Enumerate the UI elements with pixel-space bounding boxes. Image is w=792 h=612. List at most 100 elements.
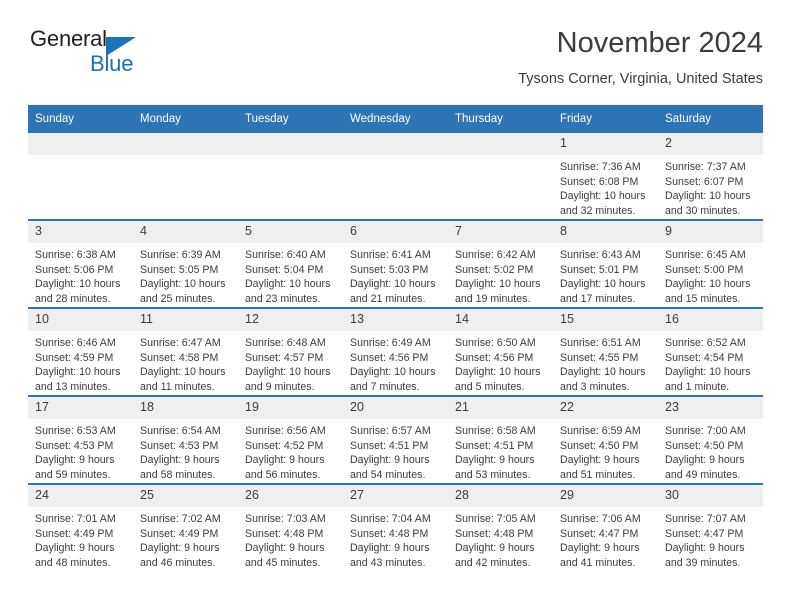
- calendar-day-cell[interactable]: 7 Sunrise: 6:42 AM Sunset: 5:02 PM Dayli…: [448, 219, 553, 308]
- daylight-text: Daylight: 9 hours and 41 minutes.: [560, 542, 640, 569]
- day-info: Sunrise: 7:00 AM Sunset: 4:50 PM Dayligh…: [658, 419, 763, 482]
- sunset-text: Sunset: 4:48 PM: [350, 527, 429, 540]
- day-number: 22: [553, 397, 658, 419]
- sunrise-text: Sunrise: 7:01 AM: [35, 513, 116, 525]
- sunrise-text: Sunrise: 7:06 AM: [560, 513, 641, 525]
- calendar-day-cell[interactable]: [343, 133, 448, 220]
- calendar-day-cell[interactable]: 13 Sunrise: 6:49 AM Sunset: 4:56 PM Dayl…: [343, 307, 448, 396]
- day-info: Sunrise: 6:47 AM Sunset: 4:58 PM Dayligh…: [133, 331, 238, 394]
- calendar-day-cell[interactable]: 11 Sunrise: 6:47 AM Sunset: 4:58 PM Dayl…: [133, 307, 238, 396]
- sunset-text: Sunset: 4:51 PM: [455, 439, 534, 452]
- weekday-header-thursday: Thursday: [448, 105, 553, 133]
- sunset-text: Sunset: 5:00 PM: [665, 263, 744, 276]
- calendar-day-cell[interactable]: 2 Sunrise: 7:37 AM Sunset: 6:07 PM Dayli…: [658, 133, 763, 220]
- calendar-day-cell[interactable]: 21 Sunrise: 6:58 AM Sunset: 4:51 PM Dayl…: [448, 395, 553, 484]
- day-info: Sunrise: 6:43 AM Sunset: 5:01 PM Dayligh…: [553, 243, 658, 306]
- calendar-day-cell[interactable]: 28 Sunrise: 7:05 AM Sunset: 4:48 PM Dayl…: [448, 483, 553, 571]
- day-number: 4: [133, 221, 238, 243]
- brand-name-blue: Blue: [90, 51, 134, 76]
- calendar-day-cell[interactable]: [238, 133, 343, 220]
- day-number: 23: [658, 397, 763, 419]
- weekday-header-tuesday: Tuesday: [238, 105, 343, 133]
- sunrise-text: Sunrise: 6:51 AM: [560, 337, 641, 349]
- calendar-day-cell[interactable]: 8 Sunrise: 6:43 AM Sunset: 5:01 PM Dayli…: [553, 219, 658, 308]
- calendar-day-cell[interactable]: 17 Sunrise: 6:53 AM Sunset: 4:53 PM Dayl…: [28, 395, 133, 484]
- day-info: Sunrise: 6:41 AM Sunset: 5:03 PM Dayligh…: [343, 243, 448, 306]
- day-info: Sunrise: 7:03 AM Sunset: 4:48 PM Dayligh…: [238, 507, 343, 570]
- calendar-day-cell[interactable]: 14 Sunrise: 6:50 AM Sunset: 4:56 PM Dayl…: [448, 307, 553, 396]
- calendar-day-cell[interactable]: [448, 133, 553, 220]
- sunset-text: Sunset: 5:05 PM: [140, 263, 219, 276]
- sunset-text: Sunset: 4:52 PM: [245, 439, 324, 452]
- day-info: [448, 155, 553, 160]
- sunset-text: Sunset: 4:50 PM: [665, 439, 744, 452]
- calendar-day-cell[interactable]: 26 Sunrise: 7:03 AM Sunset: 4:48 PM Dayl…: [238, 483, 343, 571]
- day-info: Sunrise: 6:57 AM Sunset: 4:51 PM Dayligh…: [343, 419, 448, 482]
- day-number: 9: [658, 221, 763, 243]
- calendar-day-cell[interactable]: 29 Sunrise: 7:06 AM Sunset: 4:47 PM Dayl…: [553, 483, 658, 571]
- sunrise-text: Sunrise: 6:47 AM: [140, 337, 221, 349]
- day-info: Sunrise: 7:05 AM Sunset: 4:48 PM Dayligh…: [448, 507, 553, 570]
- day-info: Sunrise: 6:38 AM Sunset: 5:06 PM Dayligh…: [28, 243, 133, 306]
- day-number: 18: [133, 397, 238, 419]
- sunset-text: Sunset: 4:59 PM: [35, 351, 114, 364]
- day-number: 7: [448, 221, 553, 243]
- calendar-day-cell[interactable]: 12 Sunrise: 6:48 AM Sunset: 4:57 PM Dayl…: [238, 307, 343, 396]
- brand-logo[interactable]: General Blue: [28, 26, 228, 86]
- day-info: Sunrise: 6:50 AM Sunset: 4:56 PM Dayligh…: [448, 331, 553, 394]
- calendar-day-cell[interactable]: 15 Sunrise: 6:51 AM Sunset: 4:55 PM Dayl…: [553, 307, 658, 396]
- calendar-day-cell[interactable]: 23 Sunrise: 7:00 AM Sunset: 4:50 PM Dayl…: [658, 395, 763, 484]
- day-info: Sunrise: 6:54 AM Sunset: 4:53 PM Dayligh…: [133, 419, 238, 482]
- daylight-text: Daylight: 9 hours and 39 minutes.: [665, 542, 745, 569]
- calendar-day-cell[interactable]: 27 Sunrise: 7:04 AM Sunset: 4:48 PM Dayl…: [343, 483, 448, 571]
- daylight-text: Daylight: 9 hours and 46 minutes.: [140, 542, 220, 569]
- daylight-text: Daylight: 10 hours and 32 minutes.: [560, 190, 646, 217]
- calendar-day-cell[interactable]: 16 Sunrise: 6:52 AM Sunset: 4:54 PM Dayl…: [658, 307, 763, 396]
- sunset-text: Sunset: 4:57 PM: [245, 351, 324, 364]
- calendar-day-cell[interactable]: 9 Sunrise: 6:45 AM Sunset: 5:00 PM Dayli…: [658, 219, 763, 308]
- daylight-text: Daylight: 10 hours and 9 minutes.: [245, 366, 331, 393]
- calendar-day-cell[interactable]: 20 Sunrise: 6:57 AM Sunset: 4:51 PM Dayl…: [343, 395, 448, 484]
- calendar-day-cell[interactable]: 24 Sunrise: 7:01 AM Sunset: 4:49 PM Dayl…: [28, 483, 133, 571]
- day-number: 24: [28, 485, 133, 507]
- calendar-day-cell[interactable]: 25 Sunrise: 7:02 AM Sunset: 4:49 PM Dayl…: [133, 483, 238, 571]
- daylight-text: Daylight: 9 hours and 51 minutes.: [560, 454, 640, 481]
- calendar-day-cell[interactable]: 5 Sunrise: 6:40 AM Sunset: 5:04 PM Dayli…: [238, 219, 343, 308]
- sunset-text: Sunset: 4:49 PM: [35, 527, 114, 540]
- calendar-day-cell[interactable]: 3 Sunrise: 6:38 AM Sunset: 5:06 PM Dayli…: [28, 219, 133, 308]
- sunrise-text: Sunrise: 6:58 AM: [455, 425, 536, 437]
- day-info: [238, 155, 343, 160]
- sunset-text: Sunset: 5:01 PM: [560, 263, 639, 276]
- calendar-day-cell[interactable]: 10 Sunrise: 6:46 AM Sunset: 4:59 PM Dayl…: [28, 307, 133, 396]
- sunset-text: Sunset: 4:54 PM: [665, 351, 744, 364]
- sunrise-text: Sunrise: 6:46 AM: [35, 337, 116, 349]
- calendar-day-cell[interactable]: [133, 133, 238, 220]
- page-header: General Blue November 2024 Tysons Corner…: [28, 26, 763, 98]
- sunrise-text: Sunrise: 6:38 AM: [35, 249, 116, 261]
- calendar-day-cell[interactable]: 18 Sunrise: 6:54 AM Sunset: 4:53 PM Dayl…: [133, 395, 238, 484]
- calendar-day-cell[interactable]: 6 Sunrise: 6:41 AM Sunset: 5:03 PM Dayli…: [343, 219, 448, 308]
- day-number: 12: [238, 309, 343, 331]
- sunset-text: Sunset: 4:48 PM: [245, 527, 324, 540]
- calendar-day-cell[interactable]: 22 Sunrise: 6:59 AM Sunset: 4:50 PM Dayl…: [553, 395, 658, 484]
- day-info: Sunrise: 6:56 AM Sunset: 4:52 PM Dayligh…: [238, 419, 343, 482]
- sunrise-text: Sunrise: 6:56 AM: [245, 425, 326, 437]
- daylight-text: Daylight: 9 hours and 45 minutes.: [245, 542, 325, 569]
- sunrise-text: Sunrise: 7:02 AM: [140, 513, 221, 525]
- calendar-day-cell[interactable]: [28, 133, 133, 220]
- sunrise-text: Sunrise: 6:39 AM: [140, 249, 221, 261]
- day-info: Sunrise: 7:06 AM Sunset: 4:47 PM Dayligh…: [553, 507, 658, 570]
- calendar-day-cell[interactable]: 4 Sunrise: 6:39 AM Sunset: 5:05 PM Dayli…: [133, 219, 238, 308]
- sunrise-text: Sunrise: 7:07 AM: [665, 513, 746, 525]
- sunrise-text: Sunrise: 6:59 AM: [560, 425, 641, 437]
- calendar-body: 1 Sunrise: 7:36 AM Sunset: 6:08 PM Dayli…: [28, 133, 763, 571]
- sunrise-text: Sunrise: 6:40 AM: [245, 249, 326, 261]
- sunrise-text: Sunrise: 7:03 AM: [245, 513, 326, 525]
- daylight-text: Daylight: 10 hours and 5 minutes.: [455, 366, 541, 393]
- calendar-day-cell[interactable]: 30 Sunrise: 7:07 AM Sunset: 4:47 PM Dayl…: [658, 483, 763, 571]
- calendar-day-cell[interactable]: 1 Sunrise: 7:36 AM Sunset: 6:08 PM Dayli…: [553, 133, 658, 220]
- sunset-text: Sunset: 6:08 PM: [560, 175, 639, 188]
- day-info: [133, 155, 238, 160]
- calendar-day-cell[interactable]: 19 Sunrise: 6:56 AM Sunset: 4:52 PM Dayl…: [238, 395, 343, 484]
- daylight-text: Daylight: 9 hours and 58 minutes.: [140, 454, 220, 481]
